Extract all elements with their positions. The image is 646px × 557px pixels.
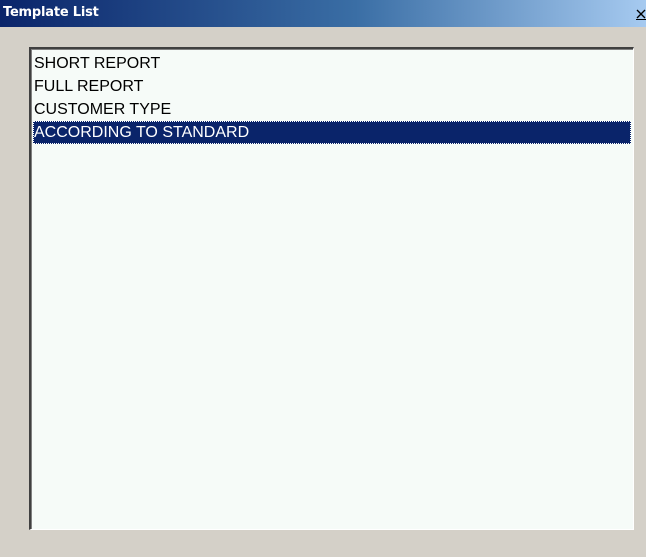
list-item-short-report[interactable]: SHORT REPORT [33,52,631,75]
title-bar[interactable]: Template List [0,0,646,27]
template-listbox[interactable]: SHORT REPORT FULL REPORT CUSTOMER TYPE A… [29,47,634,530]
template-list: SHORT REPORT FULL REPORT CUSTOMER TYPE A… [33,52,631,144]
close-button[interactable] [636,8,646,20]
template-list-window: Template List SHORT REPORT FULL REPORT C… [0,0,646,557]
list-item-according-to-standard[interactable]: ACCORDING TO STANDARD [33,121,631,144]
list-item-full-report[interactable]: FULL REPORT [33,75,631,98]
list-item-customer-type[interactable]: CUSTOMER TYPE [33,98,631,121]
window-title: Template List [3,5,99,20]
close-icon [636,9,646,20]
